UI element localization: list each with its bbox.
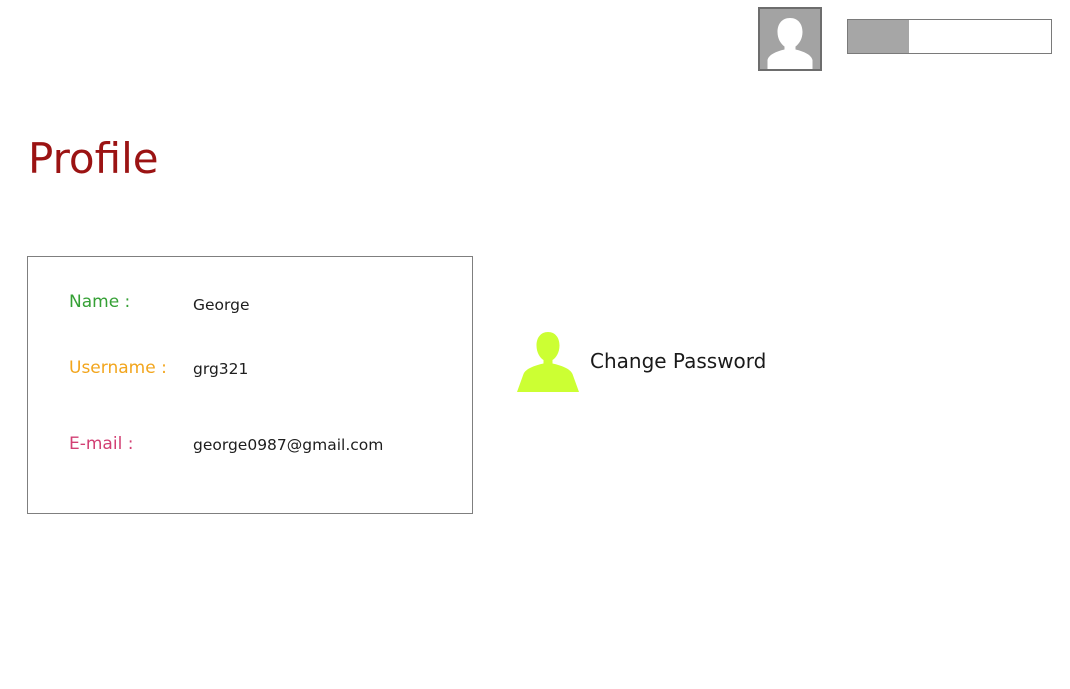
name-label: Name : bbox=[69, 292, 131, 312]
page-title: Profile bbox=[28, 134, 159, 183]
progress-bar bbox=[847, 19, 1052, 54]
user-silhouette-icon bbox=[767, 18, 813, 69]
progress-bar-fill bbox=[848, 20, 909, 53]
name-value: George bbox=[193, 296, 250, 314]
change-password-button[interactable]: Change Password bbox=[517, 330, 766, 392]
user-avatar[interactable] bbox=[758, 7, 822, 71]
email-value: george0987@gmail.com bbox=[193, 436, 384, 454]
profile-info-card: Name : George Username : grg321 E-mail :… bbox=[27, 256, 473, 514]
username-label: Username : bbox=[69, 358, 167, 378]
user-silhouette-icon bbox=[517, 332, 579, 392]
username-value: grg321 bbox=[193, 360, 249, 378]
change-password-label: Change Password bbox=[590, 349, 767, 373]
email-label: E-mail : bbox=[69, 434, 134, 454]
